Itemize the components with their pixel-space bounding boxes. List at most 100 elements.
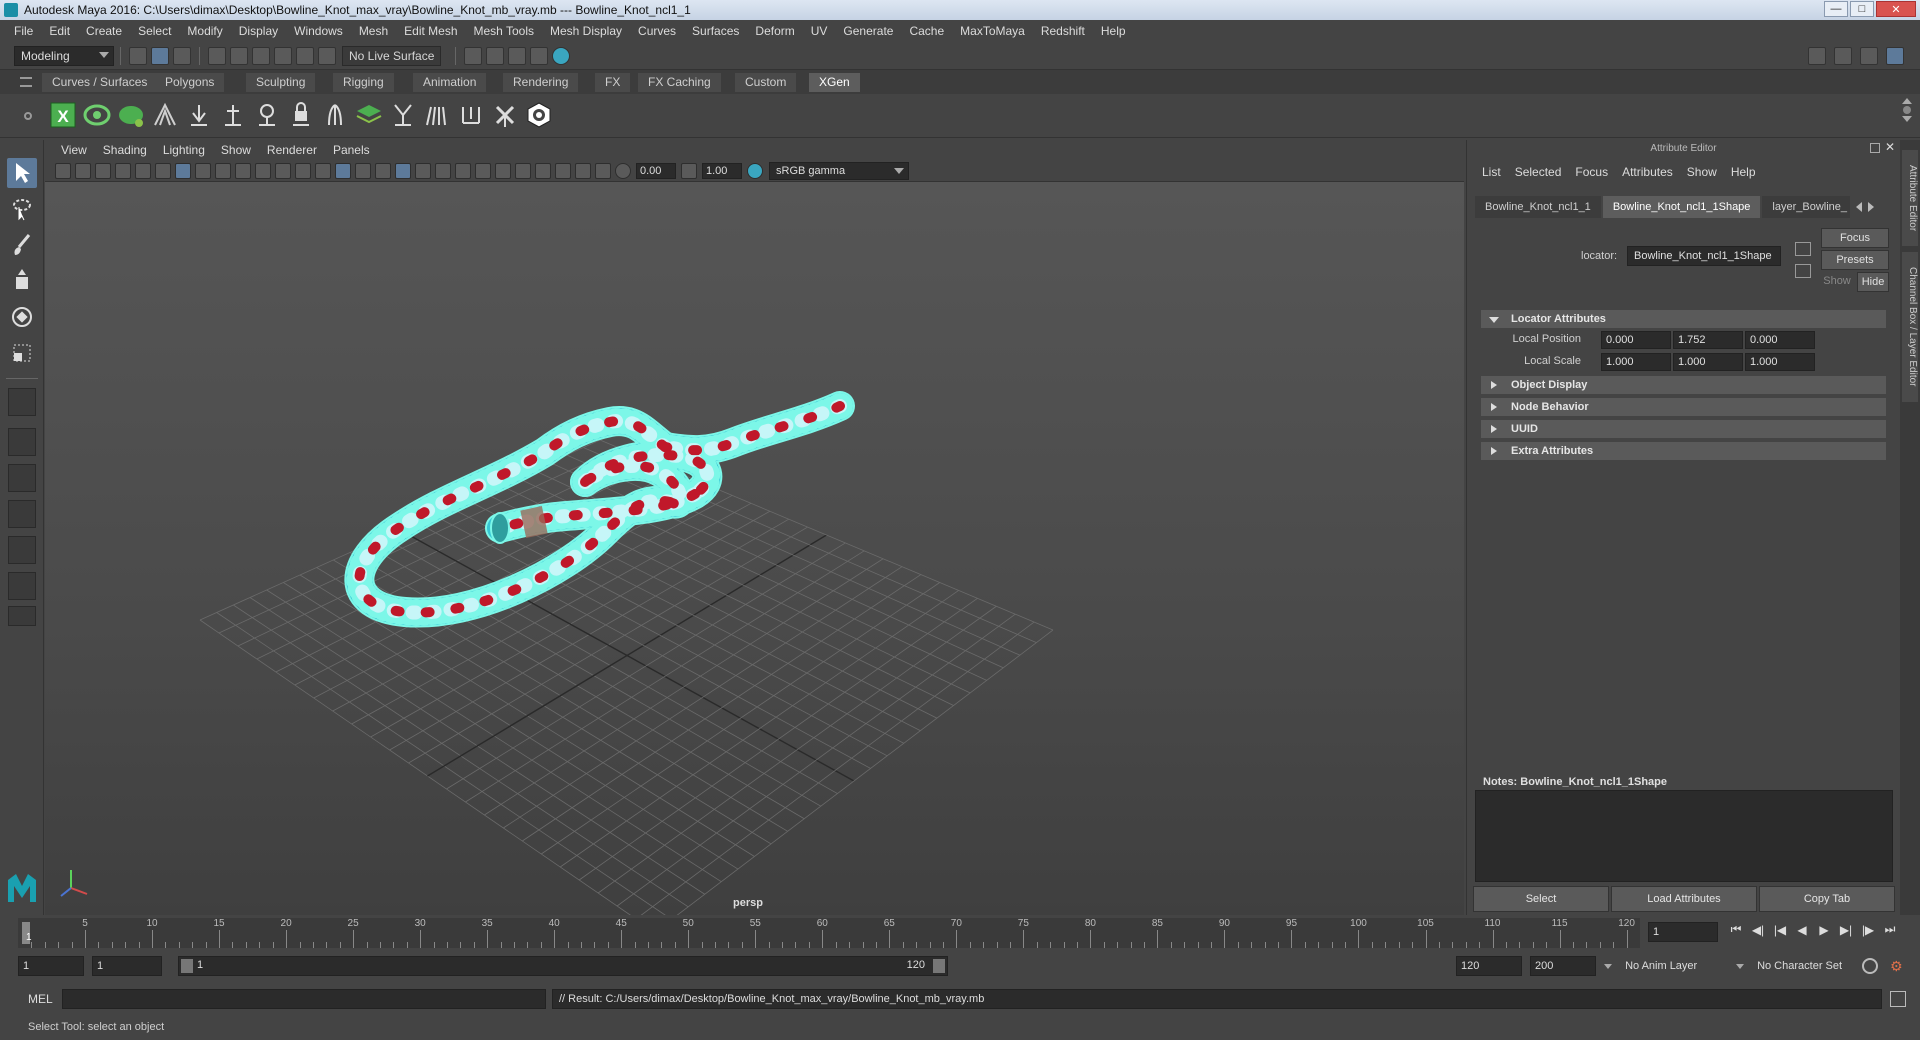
smooth-shade-icon[interactable] [335, 162, 351, 179]
ae-menu-focus[interactable]: Focus [1568, 165, 1615, 179]
hide-button[interactable]: Hide [1857, 272, 1889, 292]
local-scale-x-field[interactable]: 1.000 [1601, 353, 1671, 371]
menu-help[interactable]: Help [1093, 24, 1134, 38]
menu-mesh[interactable]: Mesh [351, 24, 396, 38]
play-backward-icon[interactable]: ◀ [1794, 923, 1810, 937]
animation-end-field[interactable]: 200 [1530, 956, 1596, 976]
menu-file[interactable]: File [6, 24, 41, 38]
wireframe-on-shaded-icon[interactable] [375, 162, 391, 179]
paint-select-tool-icon[interactable] [7, 230, 37, 260]
xgen-preview-icon[interactable] [524, 100, 554, 130]
show-button[interactable]: Show [1821, 272, 1853, 292]
menu-uv[interactable]: UV [803, 24, 836, 38]
command-input[interactable] [62, 989, 546, 1009]
shelf-scroll[interactable] [1902, 98, 1912, 122]
viewport-menu-shading[interactable]: Shading [95, 143, 155, 157]
channel-box-toggle-icon[interactable] [1886, 47, 1904, 65]
command-language-toggle[interactable]: MEL [28, 992, 53, 1006]
menu-set-dropdown[interactable]: Modeling [14, 45, 114, 66]
playback-start-field[interactable]: 1 [92, 956, 162, 976]
local-position-y-field[interactable]: 1.752 [1673, 331, 1743, 349]
current-frame-field[interactable]: 1 [1648, 922, 1718, 942]
playback-end-field[interactable]: 120 [1456, 956, 1522, 976]
viewport-menu-show[interactable]: Show [213, 143, 259, 157]
camera-icon[interactable] [55, 162, 71, 179]
xgen-lock-guide-icon[interactable] [286, 100, 316, 130]
range-end-handle[interactable] [933, 959, 945, 973]
ae-menu-selected[interactable]: Selected [1508, 165, 1569, 179]
viewport-canvas[interactable]: persp [45, 182, 1464, 915]
safe-action-icon[interactable] [275, 162, 291, 179]
maximize-button[interactable]: □ [1850, 1, 1874, 17]
move-tool-icon[interactable] [7, 266, 37, 296]
menu-mesh-display[interactable]: Mesh Display [542, 24, 630, 38]
presets-button[interactable]: Presets [1821, 250, 1889, 270]
load-attributes-button[interactable]: Load Attributes [1611, 886, 1757, 912]
chevron-right-icon[interactable] [1868, 202, 1875, 212]
xgen-editor-icon[interactable]: X [48, 100, 78, 130]
menu-redshift[interactable]: Redshift [1033, 24, 1093, 38]
render-view-icon[interactable] [464, 46, 483, 65]
two-d-pan-icon[interactable] [135, 162, 151, 179]
persp-outliner-layout-icon[interactable] [8, 464, 36, 492]
xgen-guide-length-icon[interactable] [218, 100, 248, 130]
image-plane-icon[interactable] [115, 162, 131, 179]
select-node-icon[interactable] [1795, 242, 1811, 256]
side-tab-attribute-editor[interactable]: Attribute Editor [1902, 150, 1918, 246]
character-set-dropdown[interactable]: No Character Set [1736, 956, 1864, 976]
backface-culling-icon[interactable] [595, 162, 611, 179]
menu-cache[interactable]: Cache [901, 24, 952, 38]
side-tab-channel-box[interactable]: Channel Box / Layer Editor [1902, 252, 1918, 402]
bookmark-icon[interactable] [95, 162, 111, 179]
ipr-render-icon[interactable] [508, 46, 527, 65]
xgen-layers-icon[interactable] [354, 100, 384, 130]
gate-mask-icon[interactable] [235, 162, 251, 179]
film-gate-icon[interactable] [195, 162, 211, 179]
step-back-frame-icon[interactable]: |◀ [1772, 923, 1788, 937]
lasso-tool-icon[interactable] [7, 194, 37, 224]
notes-textarea[interactable] [1475, 790, 1893, 882]
menu-surfaces[interactable]: Surfaces [684, 24, 747, 38]
float-panel-icon[interactable] [1870, 143, 1880, 153]
menu-edit-mesh[interactable]: Edit Mesh [396, 24, 465, 38]
screen-space-ao-icon[interactable] [455, 162, 471, 179]
snap-grid-icon[interactable] [208, 46, 226, 65]
isolate-select-icon[interactable] [535, 162, 551, 179]
script-editor-icon[interactable] [1890, 991, 1906, 1007]
local-position-x-field[interactable]: 0.000 [1601, 331, 1671, 349]
select-button[interactable]: Select [1473, 886, 1609, 912]
safe-title-icon[interactable] [295, 162, 311, 179]
section-node-behavior[interactable]: Node Behavior [1481, 398, 1886, 416]
viewport-menu-renderer[interactable]: Renderer [259, 143, 325, 157]
xgen-width-icon[interactable] [456, 100, 486, 130]
textured-icon[interactable] [395, 162, 411, 179]
tab-fx[interactable]: FX [595, 73, 631, 92]
animation-preferences-icon[interactable]: ⚙ [1890, 958, 1906, 974]
snap-curve-icon[interactable] [230, 46, 248, 65]
motion-blur-icon[interactable] [475, 162, 491, 179]
tab-shape-node[interactable]: Bowline_Knot_ncl1_1Shape [1602, 196, 1761, 218]
menu-windows[interactable]: Windows [286, 24, 351, 38]
xgen-bend-guide-icon[interactable] [320, 100, 350, 130]
minimize-button[interactable]: — [1824, 1, 1848, 17]
exposure-field[interactable]: 0.00 [636, 162, 676, 179]
section-object-display[interactable]: Object Display [1481, 376, 1886, 394]
local-scale-z-field[interactable]: 1.000 [1745, 353, 1815, 371]
ae-menu-attributes[interactable]: Attributes [1615, 165, 1680, 179]
resolution-gate-icon[interactable] [215, 162, 231, 179]
chevron-left-icon[interactable] [1856, 202, 1863, 212]
range-bar[interactable]: 1 120 [178, 956, 948, 976]
anim-layer-dropdown[interactable]: No Anim Layer [1604, 956, 1738, 976]
menu-mesh-tools[interactable]: Mesh Tools [466, 24, 542, 38]
menu-modify[interactable]: Modify [179, 24, 230, 38]
chevron-up-icon[interactable] [1902, 98, 1912, 104]
xray-joints-icon[interactable] [575, 162, 591, 179]
section-locator-attributes[interactable]: Locator Attributes [1481, 310, 1886, 328]
rotate-tool-icon[interactable] [7, 302, 37, 332]
go-to-output-icon[interactable] [1795, 264, 1811, 278]
color-management-icon[interactable] [747, 162, 763, 179]
play-forward-icon[interactable]: ▶ [1816, 923, 1832, 937]
single-perspective-layout-icon[interactable] [8, 388, 36, 416]
menu-select[interactable]: Select [130, 24, 179, 38]
go-to-end-icon[interactable]: ⏭ [1882, 922, 1898, 937]
